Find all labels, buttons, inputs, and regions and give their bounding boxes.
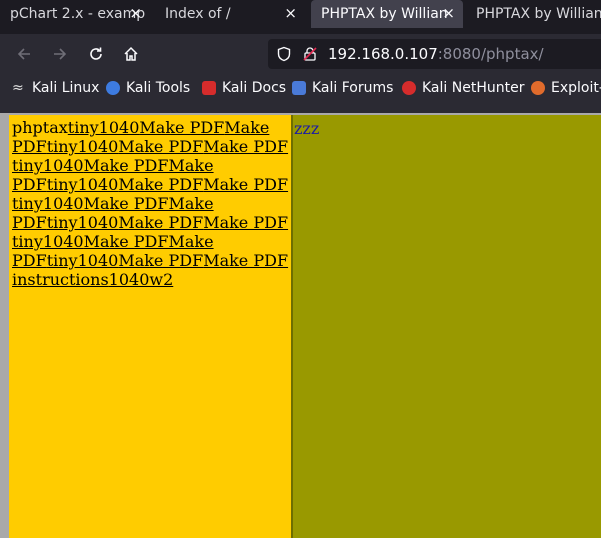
left-frame: phptaxtiny1040Make PDFMake PDFtiny1040Ma… bbox=[9, 115, 291, 538]
insecure-lock-icon[interactable] bbox=[302, 46, 318, 66]
bookmark-kali-linux[interactable]: ≈ Kali Linux bbox=[12, 80, 99, 96]
bookmark-kali-nethunter[interactable]: Kali NetHunter bbox=[402, 80, 524, 96]
tab-label: Index of / bbox=[165, 6, 231, 22]
tab-index-of[interactable]: Index of / × bbox=[155, 0, 305, 28]
phptax-label: phptax bbox=[12, 118, 68, 137]
bookmark-label: Kali Docs bbox=[222, 80, 287, 96]
close-icon[interactable]: × bbox=[284, 4, 297, 22]
bookmark-label: Kali Linux bbox=[32, 80, 100, 96]
bookmark-exploit-db[interactable]: Exploit- bbox=[531, 80, 601, 96]
right-frame-text: zzz bbox=[294, 119, 320, 138]
tab-strip: pChart 2.x - examp × Index of / × PHPTAX… bbox=[0, 0, 601, 34]
make-pdf-link[interactable]: Make PDF bbox=[203, 175, 288, 194]
reload-icon[interactable] bbox=[84, 42, 108, 66]
url-bar[interactable]: 192.168.0.107:8080/phptax/ bbox=[268, 39, 601, 69]
tiny1040-link[interactable]: tiny1040 bbox=[12, 232, 84, 251]
url-path: :8080/phptax/ bbox=[437, 45, 544, 63]
bookmark-label: Exploit- bbox=[551, 80, 601, 96]
tiny1040-link[interactable]: tiny1040 bbox=[47, 137, 119, 156]
tab-label: PHPTAX by Willian bbox=[321, 6, 448, 22]
forward-arrow-icon[interactable] bbox=[48, 42, 72, 66]
make-pdf-link[interactable]: Make PDF bbox=[118, 251, 203, 270]
bookmark-label: Kali Forums bbox=[312, 80, 394, 96]
bookmark-label: Kali Tools bbox=[126, 80, 191, 96]
tiny1040-link[interactable]: tiny1040 bbox=[47, 251, 119, 270]
bookmark-label: Kali NetHunter bbox=[422, 80, 525, 96]
url-text[interactable]: 192.168.0.107:8080/phptax/ bbox=[328, 45, 544, 63]
make-pdf-link[interactable]: Make PDF bbox=[118, 137, 203, 156]
make-pdf-link[interactable]: Make PDF bbox=[203, 251, 288, 270]
tiny1040-link[interactable]: tiny1040 bbox=[47, 213, 119, 232]
bookmark-kali-forums[interactable]: Kali Forums bbox=[292, 80, 393, 96]
url-host: 192.168.0.107 bbox=[328, 45, 438, 63]
make-pdf-link[interactable]: Make PDF bbox=[84, 156, 169, 175]
kali-forums-icon bbox=[292, 81, 306, 95]
1040w2-link[interactable]: 1040w2 bbox=[109, 270, 174, 289]
home-icon[interactable] bbox=[119, 42, 143, 66]
tab-phptax-active[interactable]: PHPTAX by Willian × bbox=[311, 0, 463, 28]
make-pdf-link[interactable]: Make PDF bbox=[203, 213, 288, 232]
tiny1040-link[interactable]: tiny1040 bbox=[12, 194, 84, 213]
kali-docs-icon bbox=[202, 81, 216, 95]
tiny1040-link[interactable]: tiny1040 bbox=[12, 156, 84, 175]
bookmark-kali-docs[interactable]: Kali Docs bbox=[202, 80, 286, 96]
navigation-toolbar: 192.168.0.107:8080/phptax/ bbox=[0, 34, 601, 74]
tiny1040-link[interactable]: tiny1040 bbox=[47, 175, 119, 194]
tab-pchart[interactable]: pChart 2.x - examp × bbox=[0, 0, 150, 28]
make-pdf-link[interactable]: Make PDF bbox=[203, 137, 288, 156]
shield-icon[interactable] bbox=[276, 46, 292, 66]
instructions-link[interactable]: instructions bbox=[12, 270, 109, 289]
make-pdf-link[interactable]: Make PDF bbox=[139, 118, 224, 137]
back-arrow-icon[interactable] bbox=[12, 42, 36, 66]
make-pdf-link[interactable]: Make PDF bbox=[118, 175, 203, 194]
kali-nethunter-icon bbox=[402, 81, 416, 95]
exploit-db-icon bbox=[531, 81, 545, 95]
page-content: phptaxtiny1040Make PDFMake PDFtiny1040Ma… bbox=[0, 113, 601, 538]
make-pdf-link[interactable]: Make PDF bbox=[84, 194, 169, 213]
tab-label: pChart 2.x - examp bbox=[10, 6, 146, 22]
close-icon[interactable]: × bbox=[129, 4, 142, 22]
tab-label: PHPTAX by Willian bbox=[476, 6, 601, 22]
kali-linux-icon: ≈ bbox=[12, 80, 24, 96]
right-frame: zzz bbox=[293, 115, 601, 538]
tab-phptax[interactable]: PHPTAX by Willian bbox=[466, 0, 601, 28]
close-icon[interactable]: × bbox=[442, 4, 455, 22]
kali-tools-icon bbox=[106, 81, 120, 95]
make-pdf-link[interactable]: Make PDF bbox=[118, 213, 203, 232]
bookmark-kali-tools[interactable]: Kali Tools bbox=[106, 80, 190, 96]
tiny1040-link[interactable]: tiny1040 bbox=[68, 118, 140, 137]
bookmarks-toolbar: ≈ Kali Linux Kali Tools Kali Docs Kali F… bbox=[0, 74, 601, 104]
make-pdf-link[interactable]: Make PDF bbox=[84, 232, 169, 251]
